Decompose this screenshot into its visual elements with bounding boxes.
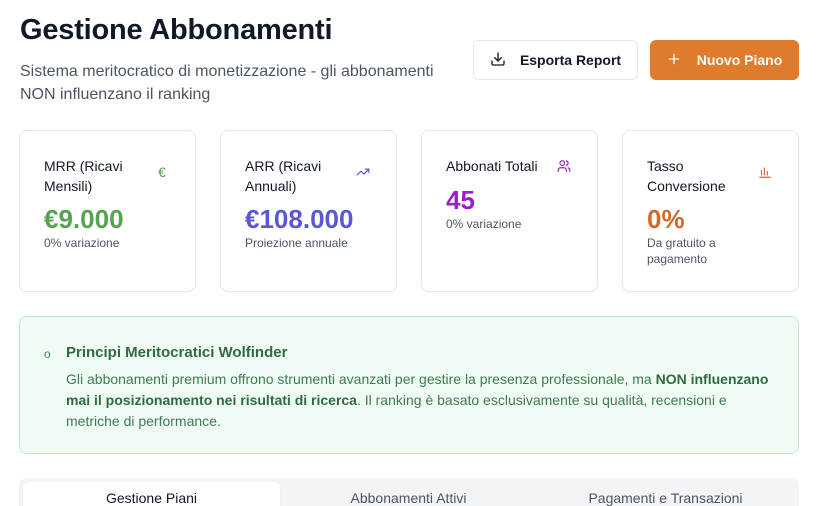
stat-subtext: 0% variazione bbox=[446, 217, 522, 231]
new-plan-label: Nuovo Piano bbox=[696, 52, 783, 68]
info-text-start: Gli abbonamenti premium offrono strument… bbox=[66, 371, 656, 387]
page-title: Gestione Abbonamenti bbox=[20, 14, 333, 46]
plus-icon bbox=[667, 52, 681, 69]
stat-subtext: Proiezione annuale bbox=[245, 236, 348, 250]
new-plan-button[interactable]: Nuovo Piano bbox=[650, 40, 799, 80]
page-subtitle: Sistema meritocratico di monetizzazione … bbox=[20, 63, 434, 103]
bar-chart-icon bbox=[758, 165, 772, 179]
info-title: Principi Meritocratici Wolfinder bbox=[66, 344, 288, 361]
users-icon bbox=[557, 159, 571, 173]
stat-label: Abbonati Totali bbox=[446, 158, 538, 174]
export-report-label: Esporta Report bbox=[519, 52, 622, 68]
stat-label: ARR (Ricavi Annuali) bbox=[245, 158, 322, 194]
stat-value: 45 bbox=[446, 185, 475, 215]
stat-subtext: Da gratuito a pagamento bbox=[647, 236, 716, 266]
trending-up-icon bbox=[356, 165, 370, 179]
info-text: Gli abbonamenti premium offrono strument… bbox=[66, 369, 776, 432]
stat-card-mrr: MRR (Ricavi Mensili) € €9.000 0% variazi… bbox=[19, 130, 196, 292]
tab-bar: Gestione Piani Abbonamenti Attivi Pagame… bbox=[19, 478, 799, 506]
stat-label: MRR (Ricavi Mensili) bbox=[44, 158, 123, 194]
stat-value: €108.000 bbox=[245, 204, 354, 234]
stat-card-arr: ARR (Ricavi Annuali) €108.000 Proiezione… bbox=[220, 130, 397, 292]
stat-subtext: 0% variazione bbox=[44, 236, 120, 250]
info-bullet: o bbox=[44, 347, 51, 361]
tab-plan-management[interactable]: Gestione Piani bbox=[23, 482, 280, 506]
stat-value: €9.000 bbox=[44, 204, 124, 234]
stat-value: 0% bbox=[647, 204, 685, 234]
download-icon bbox=[490, 51, 506, 70]
stat-card-conversion: Tasso Conversione 0% Da gratuito a pagam… bbox=[622, 130, 799, 292]
tab-payments-transactions[interactable]: Pagamenti e Transazioni bbox=[537, 482, 794, 506]
meritocratic-principles-box: o Principi Meritocratici Wolfinder Gli a… bbox=[19, 316, 799, 454]
export-report-button[interactable]: Esporta Report bbox=[473, 40, 638, 80]
euro-icon: € bbox=[158, 164, 166, 180]
tab-active-subscriptions[interactable]: Abbonamenti Attivi bbox=[280, 482, 537, 506]
stat-label: Tasso Conversione bbox=[647, 158, 726, 194]
stat-card-subscribers: Abbonati Totali 45 0% variazione bbox=[421, 130, 598, 292]
